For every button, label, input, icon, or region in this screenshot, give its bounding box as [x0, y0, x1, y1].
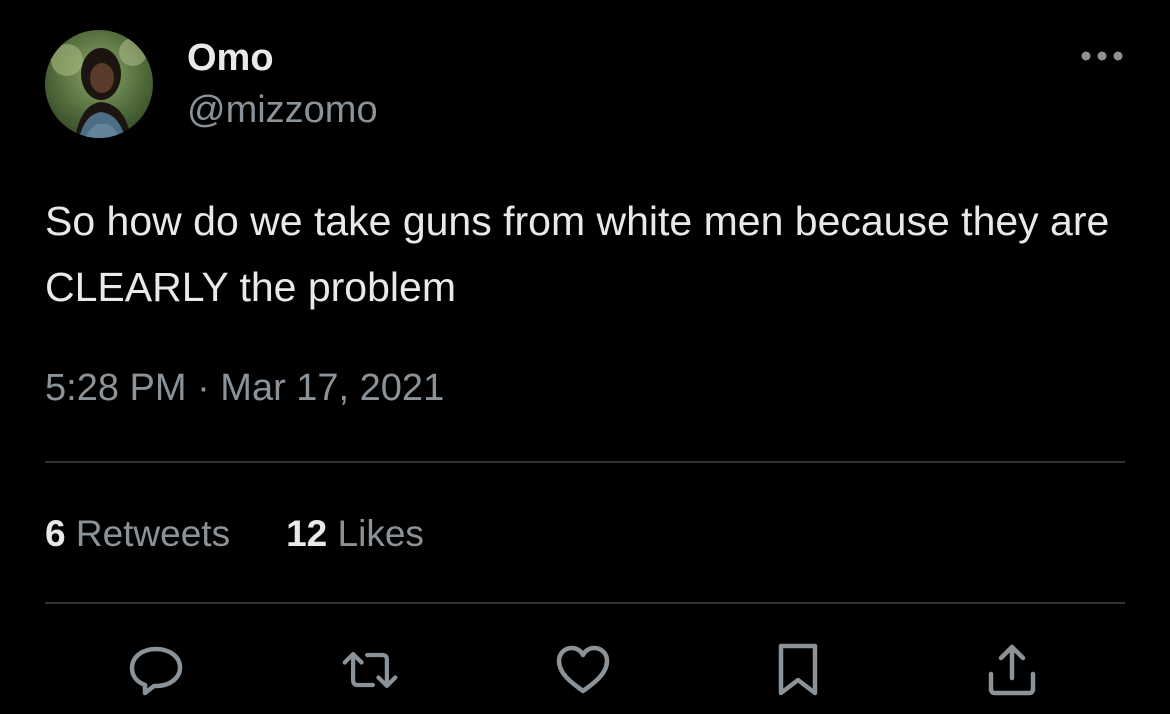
likes-stat[interactable]: 12 Likes: [286, 510, 424, 558]
tweet-text: So how do we take guns from white men be…: [45, 198, 1110, 310]
divider: [45, 461, 1125, 463]
display-name[interactable]: Omo: [187, 36, 274, 80]
action-bar: [0, 640, 1170, 700]
more-options-button[interactable]: [1074, 36, 1130, 76]
likes-label: Likes: [327, 513, 424, 554]
retweets-label: Retweets: [65, 513, 231, 554]
retweets-count: 6: [45, 513, 66, 554]
share-icon: [988, 644, 1036, 696]
heart-icon: [556, 645, 610, 694]
retweets-stat[interactable]: 6 Retweets: [45, 510, 230, 558]
engagement-stats: 6 Retweets 12 Likes: [45, 510, 424, 558]
retweet-icon: [342, 651, 398, 689]
retweet-button[interactable]: [340, 640, 400, 700]
avatar[interactable]: [45, 30, 153, 138]
divider: [45, 602, 1125, 604]
like-button[interactable]: [553, 640, 613, 700]
share-button[interactable]: [982, 640, 1042, 700]
speech-bubble-icon: [129, 646, 183, 696]
profile-photo-icon: [45, 30, 153, 138]
bookmark-icon: [778, 643, 818, 696]
reply-button[interactable]: [126, 640, 186, 700]
likes-count: 12: [286, 513, 328, 554]
user-handle[interactable]: @mizzomo: [187, 88, 378, 132]
more-dots-icon: [1081, 51, 1123, 61]
tweet-detail: Omo @mizzomo So how do we take guns from…: [0, 0, 1170, 714]
bookmark-button[interactable]: [768, 640, 828, 700]
tweet-timestamp[interactable]: 5:28 PM · Mar 17, 2021: [45, 364, 444, 412]
